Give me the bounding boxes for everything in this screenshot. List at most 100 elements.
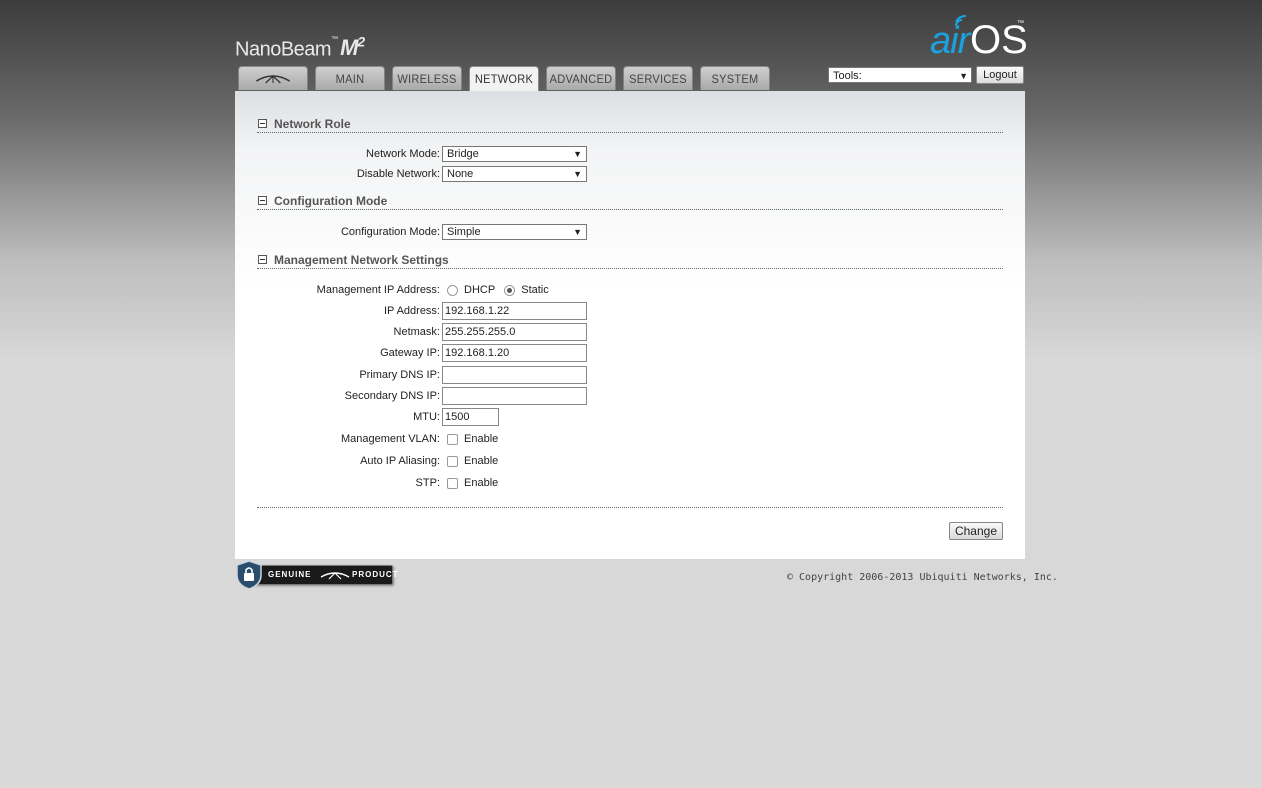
netmask-input[interactable]: 255.255.255.0 xyxy=(442,323,587,341)
chevron-down-icon: ▼ xyxy=(573,149,582,159)
tools-select-value: Tools: xyxy=(833,70,862,82)
copyright-text: © Copyright 2006-2013 Ubiquiti Networks,… xyxy=(787,572,1058,583)
tab-system[interactable]: SYSTEM xyxy=(700,66,770,90)
genuine-text: GENUINE xyxy=(268,570,312,579)
ip-address-label: IP Address: xyxy=(383,305,440,317)
network-mode-value: Bridge xyxy=(447,148,479,160)
mgmt-vlan-field: Enable xyxy=(447,430,504,448)
configuration-mode-row: Configuration Mode: xyxy=(235,223,440,241)
airos-logo: air OS ™ xyxy=(930,12,1030,62)
chevron-down-icon: ▼ xyxy=(573,169,582,179)
tab-ubiquiti-logo[interactable] xyxy=(238,66,308,90)
main-tabs: MAIN WIRELESS NETWORK ADVANCED SERVICES … xyxy=(235,66,774,91)
disable-network-value: None xyxy=(447,168,474,180)
stp-checkbox[interactable] xyxy=(447,477,458,489)
auto-ip-aliasing-enable-label: Enable xyxy=(464,455,499,468)
tab-main[interactable]: MAIN xyxy=(315,66,385,90)
tab-advanced[interactable]: ADVANCED xyxy=(546,66,616,90)
netmask-row: Netmask: xyxy=(235,323,440,341)
primary-dns-label: Primary DNS IP: xyxy=(359,369,440,381)
section-title: Configuration Mode xyxy=(274,194,388,208)
collapse-icon[interactable] xyxy=(258,255,267,264)
chevron-down-icon: ▼ xyxy=(573,227,582,237)
airos-air: air xyxy=(930,20,970,62)
ip-address-field: 192.168.1.22 xyxy=(442,302,587,320)
stp-row: STP: xyxy=(235,474,440,492)
model-number: 2 xyxy=(357,34,365,50)
gateway-row: Gateway IP: xyxy=(235,344,440,362)
disable-network-field: None ▼ xyxy=(442,166,587,182)
netmask-field: 255.255.255.0 xyxy=(442,323,587,341)
gateway-label: Gateway IP: xyxy=(380,347,440,359)
model-letter: M xyxy=(340,35,358,61)
mtu-field: 1500 xyxy=(442,408,499,426)
auto-ip-aliasing-label: Auto IP Aliasing: xyxy=(360,455,440,467)
disable-network-label: Disable Network: xyxy=(356,168,440,180)
mgmt-vlan-checkbox[interactable] xyxy=(447,433,458,445)
disable-network-select[interactable]: None ▼ xyxy=(442,166,587,182)
primary-dns-row: Primary DNS IP: xyxy=(235,366,440,384)
main-panel: Network Role Network Mode: Bridge ▼ Disa… xyxy=(235,91,1025,559)
genuine-bar: GENUINE PRODUCT xyxy=(243,565,398,585)
chevron-down-icon: ▼ xyxy=(959,71,968,81)
network-mode-row: Network Mode: xyxy=(235,145,440,163)
logout-button[interactable]: Logout xyxy=(976,66,1024,84)
secondary-dns-input[interactable] xyxy=(442,387,587,405)
tab-network[interactable]: NETWORK xyxy=(469,66,539,91)
configuration-mode-field: Simple ▼ xyxy=(442,224,587,240)
auto-ip-aliasing-row: Auto IP Aliasing: xyxy=(235,452,440,470)
tab-services[interactable]: SERVICES xyxy=(623,66,693,90)
collapse-icon[interactable] xyxy=(258,119,267,128)
dhcp-radio[interactable] xyxy=(447,284,458,296)
product-logo: NanoBeam™M2 xyxy=(235,34,365,61)
tools-select[interactable]: Tools: ▼ xyxy=(828,67,972,83)
mgmt-vlan-row: Management VLAN: xyxy=(235,430,440,448)
mgmt-ip-row: Management IP Address: xyxy=(235,281,440,299)
auto-ip-aliasing-checkbox[interactable] xyxy=(447,455,458,467)
stp-field: Enable xyxy=(447,474,504,492)
section-management-network: Management Network Settings xyxy=(257,253,1003,269)
disable-network-row: Disable Network: xyxy=(235,165,440,183)
mgmt-ip-options: DHCP Static xyxy=(447,281,555,299)
configuration-mode-label: Configuration Mode: xyxy=(340,226,440,238)
product-name: NanoBeam xyxy=(235,38,332,61)
static-label: Static xyxy=(521,284,549,297)
secondary-dns-label: Secondary DNS IP: xyxy=(344,390,440,402)
mtu-input[interactable]: 1500 xyxy=(442,408,499,426)
mtu-row: MTU: xyxy=(235,408,440,426)
configuration-mode-select[interactable]: Simple ▼ xyxy=(442,224,587,240)
lock-shield-icon xyxy=(236,560,262,590)
section-network-role: Network Role xyxy=(257,117,1003,133)
product-text: PRODUCT xyxy=(352,570,399,579)
static-radio[interactable] xyxy=(504,284,516,296)
airos-trademark: ™ xyxy=(1017,20,1024,27)
secondary-dns-field xyxy=(442,387,587,405)
ubiquiti-logo-icon xyxy=(256,75,290,84)
collapse-icon[interactable] xyxy=(258,196,267,205)
tab-wireless[interactable]: WIRELESS xyxy=(392,66,462,90)
mtu-label: MTU: xyxy=(413,411,440,423)
network-mode-label: Network Mode: xyxy=(366,148,440,160)
ip-address-row: IP Address: xyxy=(235,302,440,320)
mgmt-ip-label: Management IP Address: xyxy=(316,284,440,296)
network-mode-select[interactable]: Bridge ▼ xyxy=(442,146,587,162)
gateway-input[interactable]: 192.168.1.20 xyxy=(442,344,587,362)
ip-address-input[interactable]: 192.168.1.22 xyxy=(442,302,587,320)
ubiquiti-logo-icon xyxy=(320,572,350,580)
section-title: Management Network Settings xyxy=(274,253,449,267)
mgmt-vlan-label: Management VLAN: xyxy=(340,433,440,445)
primary-dns-input[interactable] xyxy=(442,366,587,384)
netmask-label: Netmask: xyxy=(393,326,440,338)
change-button[interactable]: Change xyxy=(949,522,1003,540)
secondary-dns-row: Secondary DNS IP: xyxy=(235,387,440,405)
genuine-product-badge: GENUINE PRODUCT xyxy=(235,560,398,590)
stp-label: STP: xyxy=(415,477,440,489)
form-divider xyxy=(257,507,1003,508)
configuration-mode-value: Simple xyxy=(447,226,481,238)
tools-dropdown-wrap: Tools: ▼ xyxy=(828,67,972,83)
network-mode-field: Bridge ▼ xyxy=(442,146,587,162)
section-configuration-mode: Configuration Mode xyxy=(257,194,1003,210)
dhcp-label: DHCP xyxy=(464,284,496,297)
stp-enable-label: Enable xyxy=(464,477,499,490)
auto-ip-aliasing-field: Enable xyxy=(447,452,504,470)
